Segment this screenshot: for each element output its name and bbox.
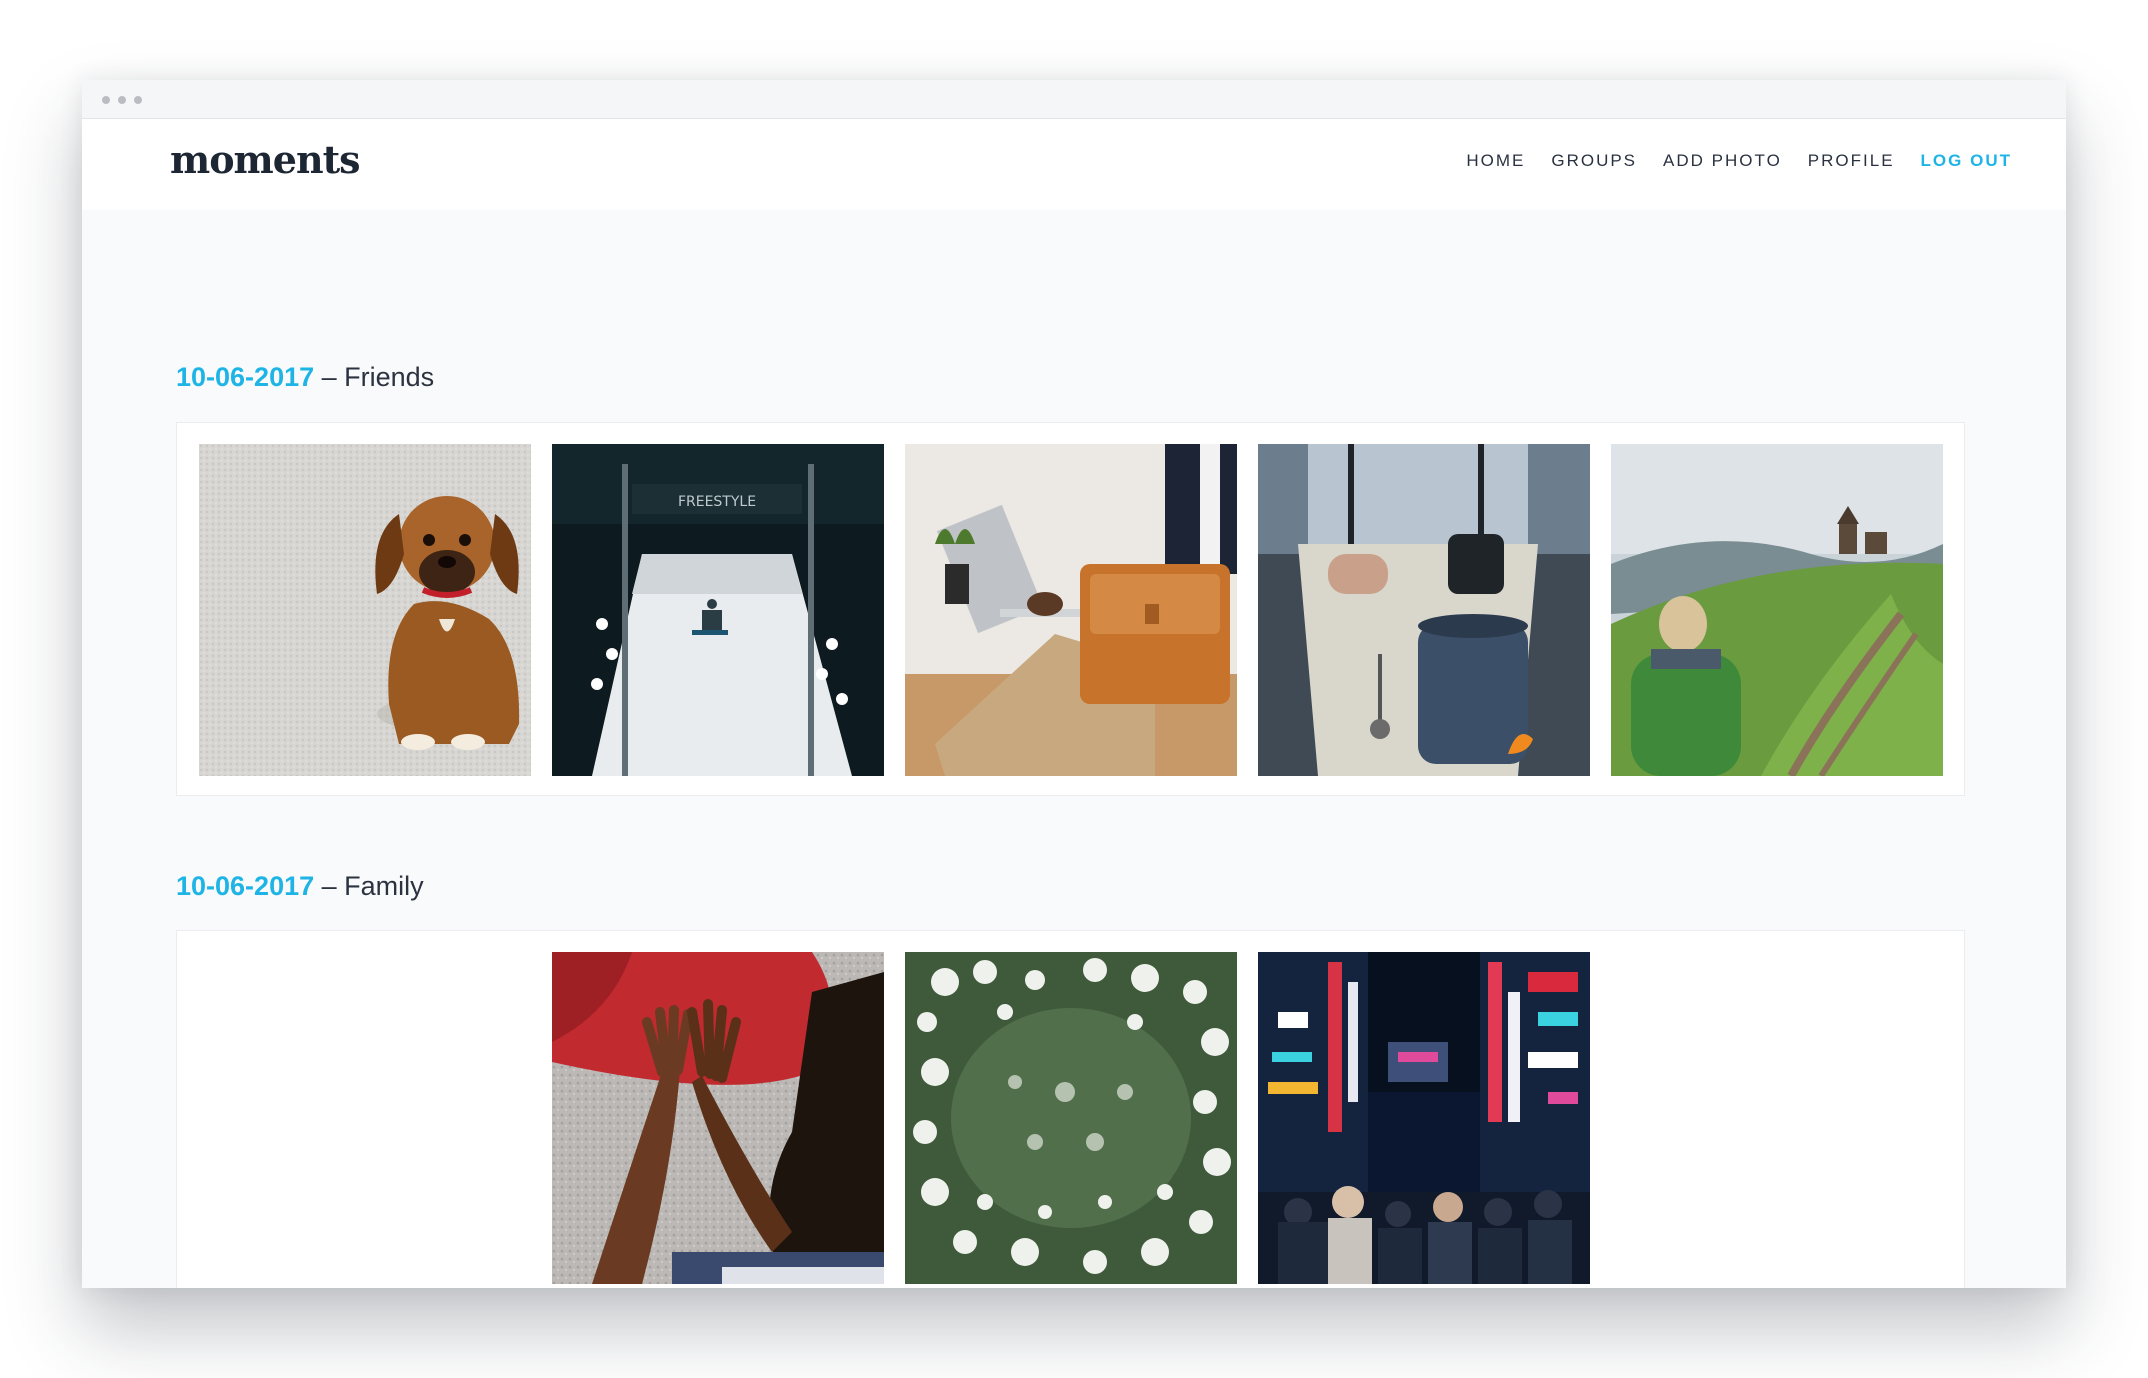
section-separator: – [314,362,345,392]
nav-log-out[interactable]: LOG OUT [1921,151,2012,171]
nav-profile[interactable]: PROFILE [1808,151,1895,171]
snowboard-jump-photo[interactable]: FREESTYLE [552,444,884,776]
section-group-name[interactable]: Friends [344,362,434,392]
laptop-bag-photo[interactable] [905,444,1237,776]
screenshot-stage: moments HOME GROUPS ADD PHOTO PROFILE LO… [0,0,2148,1378]
section-group-name[interactable]: Family [344,871,424,901]
window-controls [102,96,142,104]
window-titlebar [82,80,2066,119]
laptop-bag-image [905,444,1237,776]
window-dot-icon[interactable] [102,96,110,104]
window-dot-icon[interactable] [134,96,142,104]
browser-window: moments HOME GROUPS ADD PHOTO PROFILE LO… [82,80,2066,1288]
puppy-photo[interactable] [199,444,531,776]
city-night-image [1258,952,1590,1284]
mountain-hiker-photo[interactable] [1611,444,1943,776]
high-five-image [552,952,884,1284]
nav-groups[interactable]: GROUPS [1551,151,1637,171]
coffee-pot-photo[interactable] [1258,444,1590,776]
puppy-image [199,444,531,776]
nav-home[interactable]: HOME [1466,151,1525,171]
main-nav: HOME GROUPS ADD PHOTO PROFILE LOG OUT [1466,151,2012,171]
photo-card-family [176,930,1965,1288]
section-heading-friends: 10-06-2017 – Friends [176,362,434,393]
section-date: 10-06-2017 [176,362,315,392]
coffee-pot-image [1258,444,1590,776]
city-night-photo[interactable] [1258,952,1590,1284]
mountain-hiker-image [1611,444,1943,776]
section-heading-family: 10-06-2017 – Family [176,871,424,902]
top-navbar: moments HOME GROUPS ADD PHOTO PROFILE LO… [82,119,2066,210]
photo-card-friends: FREESTYLE [176,422,1965,796]
svg-text:FREESTYLE: FREESTYLE [678,494,756,510]
section-date: 10-06-2017 [176,871,315,901]
app-logo[interactable]: moments [170,137,361,182]
window-dot-icon[interactable] [118,96,126,104]
section-separator: – [314,871,345,901]
high-five-photo[interactable] [552,952,884,1284]
nav-add-photo[interactable]: ADD PHOTO [1663,151,1782,171]
white-flowers-photo[interactable] [905,952,1237,1284]
white-flowers-image [905,952,1237,1284]
snowboard-image: FREESTYLE [552,444,884,776]
